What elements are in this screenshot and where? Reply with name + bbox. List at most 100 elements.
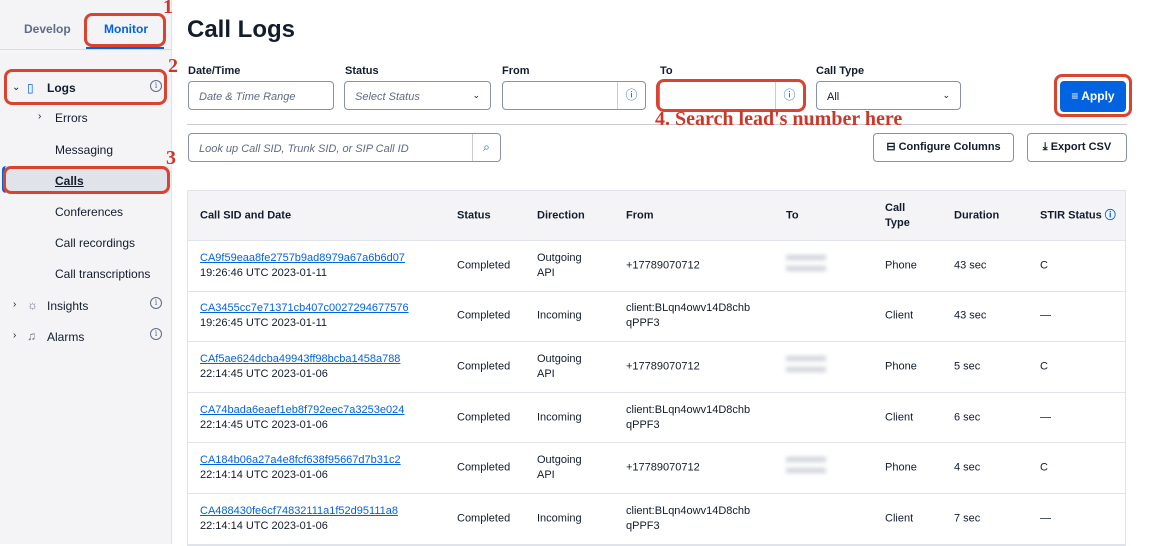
sidebar-item-messaging[interactable]: Messaging bbox=[55, 143, 113, 157]
active-tab-indicator bbox=[86, 47, 164, 49]
configure-columns-button[interactable]: ⊟ Configure Columns bbox=[873, 133, 1014, 162]
duration-cell: 43 sec bbox=[954, 309, 987, 322]
status-select[interactable]: Select Status ⌄ bbox=[344, 81, 491, 110]
table-row: CA74bada6eaef1eb8f792eec7a3253e024 22:14:… bbox=[188, 393, 1125, 444]
call-sid-cell: CA9f59eaa8fe2757b9ad8979a67a6b6d07 19:26:… bbox=[200, 251, 405, 281]
duration-cell: 7 sec bbox=[954, 512, 981, 525]
call-sid-link[interactable]: CA9f59eaa8fe2757b9ad8979a67a6b6d07 bbox=[200, 251, 405, 266]
call-sid-link[interactable]: CA488430fe6cf74832111a1f52d95111a8 bbox=[200, 504, 398, 519]
status-cell: Completed bbox=[457, 309, 511, 322]
bell-icon: ♫ bbox=[27, 329, 36, 343]
sidebar-item-errors[interactable]: Errors bbox=[55, 111, 88, 125]
to-label: To bbox=[660, 65, 673, 77]
download-icon: ⤓ bbox=[1042, 141, 1051, 153]
info-icon[interactable]: ⓘ bbox=[1105, 209, 1116, 221]
stir-label: STIR Status bbox=[1040, 209, 1102, 221]
direction-cell: Outgoing API bbox=[537, 251, 582, 279]
chevron-right-icon[interactable]: › bbox=[13, 299, 16, 310]
export-csv-button[interactable]: ⤓ Export CSV bbox=[1027, 133, 1127, 162]
duration-cell: 43 sec bbox=[954, 259, 987, 272]
search-icon[interactable]: ⌕ bbox=[472, 134, 500, 161]
direction-cell: Outgoing API bbox=[537, 454, 582, 482]
table-row: CA9f59eaa8fe2757b9ad8979a67a6b6d07 19:26:… bbox=[188, 241, 1125, 292]
status-cell: Completed bbox=[457, 360, 511, 373]
call-sid-link[interactable]: CA3455cc7e71371cb407c0027294677576 bbox=[200, 301, 409, 316]
annotation-number-1: 1 bbox=[163, 0, 173, 18]
table-row: CA488430fe6cf74832111a1f52d95111a8 22:14:… bbox=[188, 494, 1125, 545]
info-icon[interactable]: i bbox=[150, 297, 162, 309]
direction-cell: Incoming bbox=[537, 512, 582, 525]
date-range-input[interactable]: Date & Time Range bbox=[188, 81, 334, 110]
call-type-label: Call Type bbox=[816, 65, 865, 77]
chevron-down-icon: ⌄ bbox=[472, 90, 480, 100]
date-label: Date/Time bbox=[188, 65, 241, 77]
call-sid-cell: CA488430fe6cf74832111a1f52d95111a8 22:14:… bbox=[200, 504, 398, 534]
header-call-type: Call Type bbox=[885, 201, 910, 229]
sidebar-item-insights[interactable]: Insights bbox=[47, 299, 88, 313]
call-sid-link[interactable]: CAf5ae624dcba49943ff98bcba1458a788 bbox=[200, 352, 400, 367]
call-logs-table: Call SID and Date Status Direction From … bbox=[187, 190, 1126, 546]
duration-cell: 6 sec bbox=[954, 411, 981, 424]
from-cell: +17789070712 bbox=[626, 259, 700, 272]
annotation-box-monitor bbox=[84, 13, 166, 47]
call-sid-cell: CA74bada6eaef1eb8f792eec7a3253e024 22:14:… bbox=[200, 403, 404, 433]
call-type-cell: Phone bbox=[885, 259, 917, 272]
info-icon[interactable]: i bbox=[150, 328, 162, 340]
to-cell-redacted bbox=[786, 457, 826, 480]
table-row: CA3455cc7e71371cb407c0027294677576 19:26:… bbox=[188, 292, 1125, 343]
sidebar-item-call-transcriptions[interactable]: Call transcriptions bbox=[55, 267, 150, 281]
call-date: 19:26:46 UTC 2023-01-11 bbox=[200, 266, 327, 279]
chevron-right-icon[interactable]: › bbox=[38, 111, 41, 122]
direction-cell: Incoming bbox=[537, 309, 582, 322]
call-type-select[interactable]: All ⌄ bbox=[816, 81, 961, 110]
direction-cell: Outgoing API bbox=[537, 352, 582, 380]
from-cell: +17789070712 bbox=[626, 360, 700, 373]
from-label: From bbox=[502, 65, 530, 77]
status-cell: Completed bbox=[457, 259, 511, 272]
search-input[interactable]: Look up Call SID, Trunk SID, or SIP Call… bbox=[188, 133, 501, 162]
duration-cell: 4 sec bbox=[954, 461, 981, 474]
table-header: Call SID and Date Status Direction From … bbox=[188, 191, 1125, 241]
call-sid-cell: CAf5ae624dcba49943ff98bcba1458a788 22:14:… bbox=[200, 352, 400, 382]
annotation-number-3: 3 bbox=[166, 147, 176, 169]
status-cell: Completed bbox=[457, 512, 511, 525]
sidebar-item-conferences[interactable]: Conferences bbox=[55, 205, 123, 219]
from-cell: client:BLqn4owv14D8chb qPPF3 bbox=[626, 302, 751, 330]
call-date: 19:26:45 UTC 2023-01-11 bbox=[200, 317, 327, 330]
call-sid-cell: CA184b06a27a4e8fcf638f95667d7b31c2 22:14:… bbox=[200, 453, 401, 483]
call-date: 22:14:14 UTC 2023-01-06 bbox=[200, 519, 328, 532]
header-call-sid: Call SID and Date bbox=[200, 209, 292, 221]
annotation-number-2: 2 bbox=[168, 55, 178, 77]
page-title: Call Logs bbox=[187, 16, 296, 43]
call-date: 22:14:45 UTC 2023-01-06 bbox=[200, 418, 328, 431]
sidebar-item-alarms[interactable]: Alarms bbox=[47, 330, 84, 344]
info-icon[interactable]: ⓘ bbox=[617, 82, 645, 109]
call-sid-link[interactable]: CA74bada6eaef1eb8f792eec7a3253e024 bbox=[200, 403, 404, 418]
call-date: 22:14:14 UTC 2023-01-06 bbox=[200, 469, 328, 482]
tab-develop[interactable]: Develop bbox=[24, 22, 71, 36]
chevron-down-icon: ⌄ bbox=[942, 90, 950, 100]
lightbulb-icon: ☼ bbox=[27, 298, 38, 312]
chevron-right-icon[interactable]: › bbox=[13, 330, 16, 341]
call-type-cell: Phone bbox=[885, 461, 917, 474]
sidebar-item-call-recordings[interactable]: Call recordings bbox=[55, 236, 135, 250]
call-type-cell: Phone bbox=[885, 360, 917, 373]
stir-status-cell: — bbox=[1040, 309, 1051, 322]
search-placeholder: Look up Call SID, Trunk SID, or SIP Call… bbox=[199, 143, 409, 155]
to-cell-redacted bbox=[786, 254, 826, 277]
stir-status-cell: — bbox=[1040, 512, 1051, 525]
from-input[interactable]: ⓘ bbox=[502, 81, 646, 110]
status-cell: Completed bbox=[457, 461, 511, 474]
annotation-text-4: 4. Search lead's number here bbox=[655, 108, 903, 130]
stir-status-cell: — bbox=[1040, 411, 1051, 424]
table-row: CAf5ae624dcba49943ff98bcba1458a788 22:14:… bbox=[188, 342, 1125, 393]
header-stir-status: STIR Status ⓘ bbox=[1040, 208, 1116, 223]
header-to: To bbox=[786, 209, 799, 221]
status-label: Status bbox=[345, 65, 379, 77]
to-cell-redacted bbox=[786, 355, 826, 378]
stir-status-cell: C bbox=[1040, 461, 1048, 474]
stir-status-cell: C bbox=[1040, 259, 1048, 272]
call-sid-link[interactable]: CA184b06a27a4e8fcf638f95667d7b31c2 bbox=[200, 453, 401, 468]
header-status: Status bbox=[457, 209, 491, 221]
annotation-box-logs bbox=[4, 69, 167, 105]
